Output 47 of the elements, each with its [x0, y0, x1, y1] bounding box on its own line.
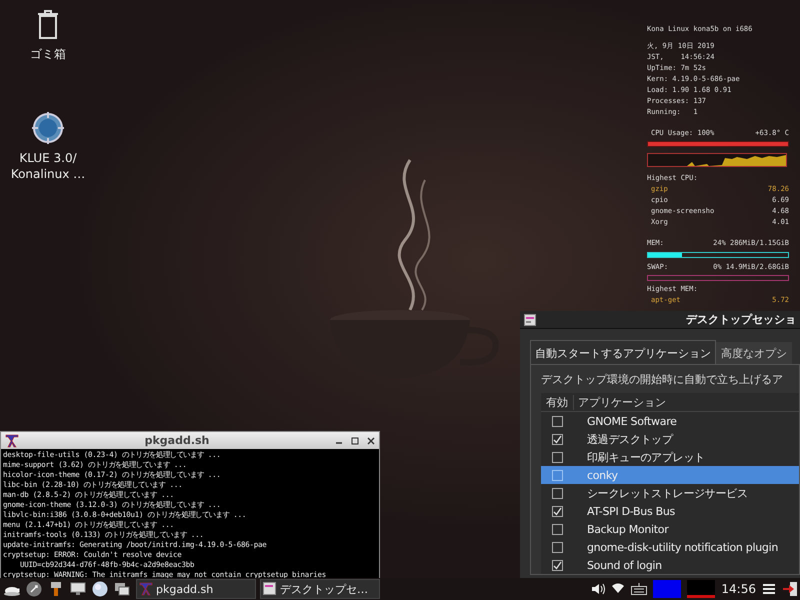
cpu-monitor-graph [687, 580, 716, 598]
application-name: GNOME Software [586, 414, 677, 428]
window-app-icon [524, 314, 536, 326]
description-text: デスクトップ環境の開始時に自動で立ち上げるア [541, 373, 784, 386]
application-name: gnome-disk-utility notification plugin [586, 540, 778, 554]
clock[interactable]: 14:56 [721, 582, 756, 596]
application-name: Sound of login [586, 558, 662, 572]
checkbox[interactable] [552, 470, 562, 480]
keyboard-icon[interactable] [631, 583, 648, 595]
application-name: シークレットストレージサービス [586, 486, 748, 500]
x-logo-icon [139, 582, 153, 596]
application-name: 印刷キューのアプレット [586, 450, 705, 464]
speaker-icon[interactable] [591, 583, 606, 595]
checkbox[interactable] [552, 542, 562, 552]
desktop-icon-label[interactable]: ゴミ箱 [30, 46, 66, 62]
checkbox[interactable] [552, 416, 562, 426]
menu-icon[interactable] [762, 583, 776, 595]
checkbox[interactable] [552, 434, 562, 444]
checkbox[interactable] [552, 506, 562, 516]
checkbox[interactable] [552, 560, 562, 570]
application-name: conky [587, 468, 618, 482]
taskbar-button[interactable]: デスクトップセ… [260, 579, 380, 599]
sphere-icon[interactable] [92, 581, 108, 597]
window-title: pkgadd.sh [144, 434, 210, 447]
tab[interactable]: 自動スタートするアプリケーション [530, 340, 716, 364]
close-icon[interactable] [367, 436, 375, 444]
checkbox[interactable] [552, 452, 562, 462]
desktop-icon-label[interactable]: KLUE 3.0/ Konalinux … [10, 150, 86, 182]
column-header[interactable]: 有効 [541, 394, 574, 410]
maximize-icon[interactable] [351, 436, 359, 444]
logout-icon[interactable] [782, 581, 798, 597]
column-header[interactable]: アプリケーション [574, 394, 799, 410]
taskbar-button[interactable]: pkgadd.sh [136, 579, 256, 599]
window-app-icon [263, 582, 277, 596]
application-name: Backup Monitor [586, 522, 668, 536]
checkbox[interactable] [552, 524, 562, 534]
application-name: 透過デスクトップ [586, 432, 673, 446]
wifi-icon[interactable] [611, 583, 626, 595]
checkbox[interactable] [552, 488, 562, 498]
window-title: デスクトップセッショ [685, 312, 796, 327]
network-monitor-graph [653, 580, 682, 598]
windows-icon[interactable] [114, 581, 130, 597]
tab[interactable]: 高度なオプシ [716, 342, 792, 364]
application-name: AT-SPI D-Bus Bus [586, 504, 675, 518]
globe-icon[interactable] [32, 112, 64, 144]
x-logo-icon [5, 434, 19, 448]
monitor-icon[interactable] [70, 581, 86, 597]
